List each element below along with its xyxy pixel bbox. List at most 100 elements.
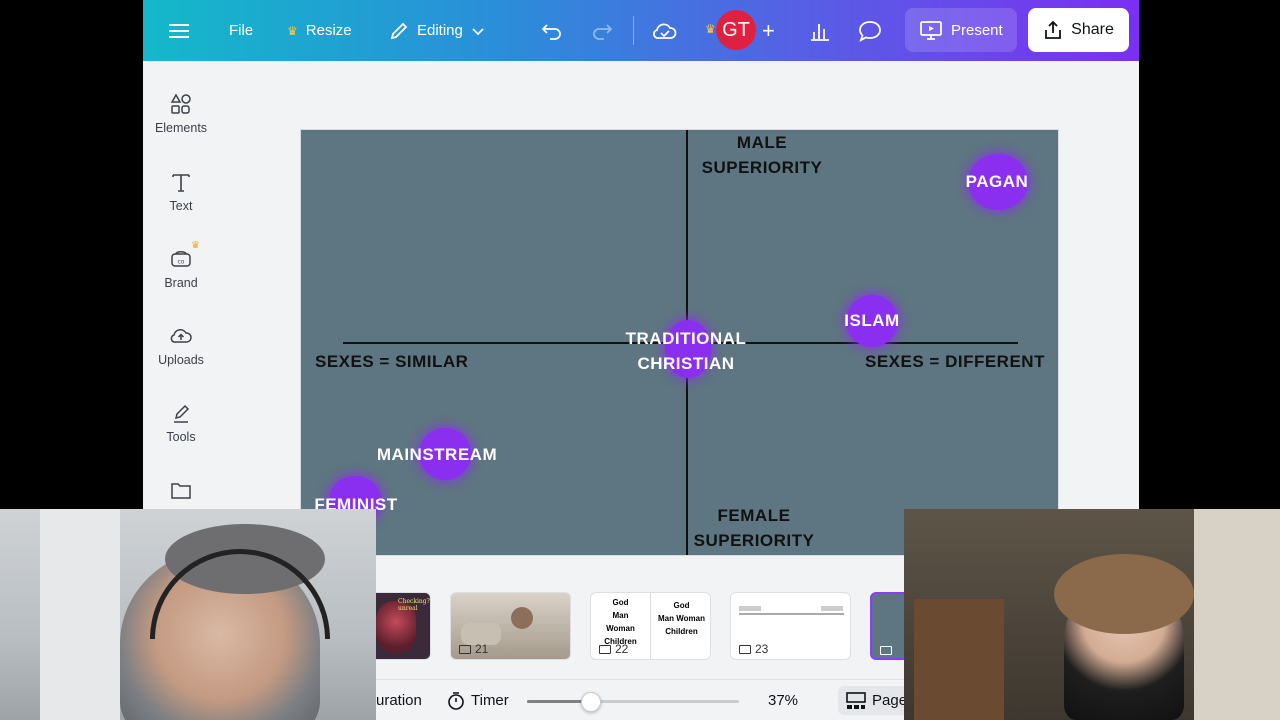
pages-icon [846, 691, 866, 709]
rail-item-text[interactable]: Text [143, 171, 219, 213]
thumb-text: God [673, 601, 690, 610]
page-thumbnail-21[interactable]: 21 [450, 592, 571, 660]
top-toolbar: File ♛ Resize Editing ♛ GT + Present Sha… [143, 0, 1139, 61]
uploads-icon [170, 329, 192, 343]
pages-label: Page [872, 692, 908, 709]
zoom-value-text: 37% [768, 692, 799, 709]
folder-icon [171, 483, 191, 499]
thumbnail-image [511, 607, 533, 629]
webcam-feed-left [0, 509, 376, 720]
save-status-button[interactable] [652, 12, 678, 49]
axis-bottom-line1: FEMALE [717, 506, 791, 525]
present-icon [880, 646, 892, 655]
mainstream-label: MAINSTREAM [376, 445, 498, 464]
crown-icon: ♛ [191, 240, 200, 251]
thumbnail-caption: Checking? unreal [398, 598, 430, 612]
text-icon [172, 174, 190, 192]
thumbnail-line [739, 613, 844, 615]
page-thumbnail-22[interactable]: God Man Woman Children God Man Woman Chi… [590, 592, 711, 660]
add-collaborator-button[interactable]: + [762, 12, 775, 49]
axis-left-label: SEXES = SIMILAR [315, 352, 469, 371]
elements-icon [170, 93, 191, 114]
resize-label: Resize [305, 22, 352, 39]
tools-icon [174, 404, 190, 423]
page-number: 23 [739, 642, 768, 656]
thumb-text: Woman [676, 614, 705, 623]
present-icon [920, 21, 942, 40]
toolbar-divider [633, 16, 634, 45]
page-number: 21 [459, 642, 488, 656]
thumb-text-row: Man Woman [651, 612, 710, 625]
rail-label: Elements [154, 121, 208, 135]
rail-label: Uploads [158, 353, 204, 367]
page-thumbnail-20[interactable]: Checking? unreal [367, 592, 431, 660]
pencil-icon [390, 22, 408, 39]
traditional-line2: CHRISTIAN [637, 354, 735, 373]
axis-top-label: MALE SUPERIORITY [701, 130, 823, 180]
rail-item-uploads[interactable]: Uploads [143, 325, 219, 367]
axis-bottom-label: FEMALE SUPERIORITY [691, 503, 817, 553]
page-thumbnail-23[interactable]: 23 [730, 592, 851, 660]
door-background [40, 509, 120, 720]
resize-button[interactable]: ♛ Resize [287, 12, 352, 49]
bar-chart-icon [811, 23, 829, 41]
share-button[interactable]: Share [1028, 8, 1129, 52]
islam-label: ISLAM [844, 311, 900, 330]
present-icon [459, 644, 471, 654]
pagan-label: PAGAN [965, 172, 1029, 191]
hamburger-icon [169, 23, 189, 38]
rail-item-projects[interactable] [143, 480, 219, 500]
editing-label: Editing [417, 22, 463, 39]
timer-label: Timer [471, 692, 509, 709]
page-number-text: 22 [615, 642, 629, 656]
comment-button[interactable] [858, 12, 882, 49]
menu-button[interactable] [169, 12, 189, 49]
thumbnail-right-panel: God Man Woman Children [651, 593, 710, 659]
timer-button[interactable]: Timer [447, 680, 509, 720]
insights-button[interactable] [809, 12, 831, 49]
slide-canvas[interactable]: MALE SUPERIORITY FEMALE SUPERIORITY SEXE… [300, 129, 1059, 556]
zoom-slider[interactable] [527, 692, 739, 712]
axis-right-label: SEXES = DIFFERENT [865, 352, 1045, 371]
redo-icon [593, 23, 613, 40]
thumb-text: Man [658, 614, 674, 623]
person-hair [1054, 554, 1194, 634]
thumb-text: Woman [606, 624, 635, 633]
timer-icon [448, 691, 464, 710]
redo-button[interactable] [591, 12, 613, 49]
rail-item-elements[interactable]: Elements [143, 93, 219, 135]
cloud-check-icon [653, 23, 677, 39]
zoom-value[interactable]: 37% [768, 680, 798, 720]
file-label: File [229, 22, 254, 39]
thumbnail-text-block [739, 606, 761, 611]
axis-bottom-line2: SUPERIORITY [693, 531, 815, 550]
present-button[interactable]: Present [905, 8, 1017, 52]
thumb-text: Man [612, 611, 629, 620]
editing-mode-dropdown[interactable]: Editing [389, 12, 485, 49]
share-icon [1045, 20, 1062, 39]
rail-item-brand[interactable]: ♛ co Brand [143, 240, 219, 290]
crown-icon: ♛ [705, 22, 716, 36]
thumb-text: God [612, 598, 629, 607]
zoom-slider-knob[interactable] [581, 692, 601, 712]
shelf-background [914, 599, 1004, 720]
chevron-down-icon [472, 27, 484, 35]
avatar[interactable]: GT [716, 10, 756, 50]
thumb-text: Children [665, 627, 698, 636]
webcam-feed-right [904, 509, 1280, 720]
present-icon [599, 644, 611, 654]
undo-button[interactable] [541, 12, 563, 49]
present-icon [739, 644, 751, 654]
comment-icon [859, 20, 881, 42]
present-label: Present [951, 21, 1003, 39]
duration-label: uration [376, 692, 422, 709]
file-menu-button[interactable]: File [229, 12, 253, 49]
thumbnail-text-block [821, 606, 843, 611]
door-background [1194, 509, 1280, 720]
page-number [880, 646, 892, 655]
duration-button[interactable]: uration [376, 680, 422, 720]
rail-item-tools[interactable]: Tools [143, 402, 219, 444]
screen: File ♛ Resize Editing ♛ GT + Present Sha… [0, 0, 1280, 720]
plus-icon: + [762, 17, 775, 43]
undo-icon [541, 23, 561, 40]
